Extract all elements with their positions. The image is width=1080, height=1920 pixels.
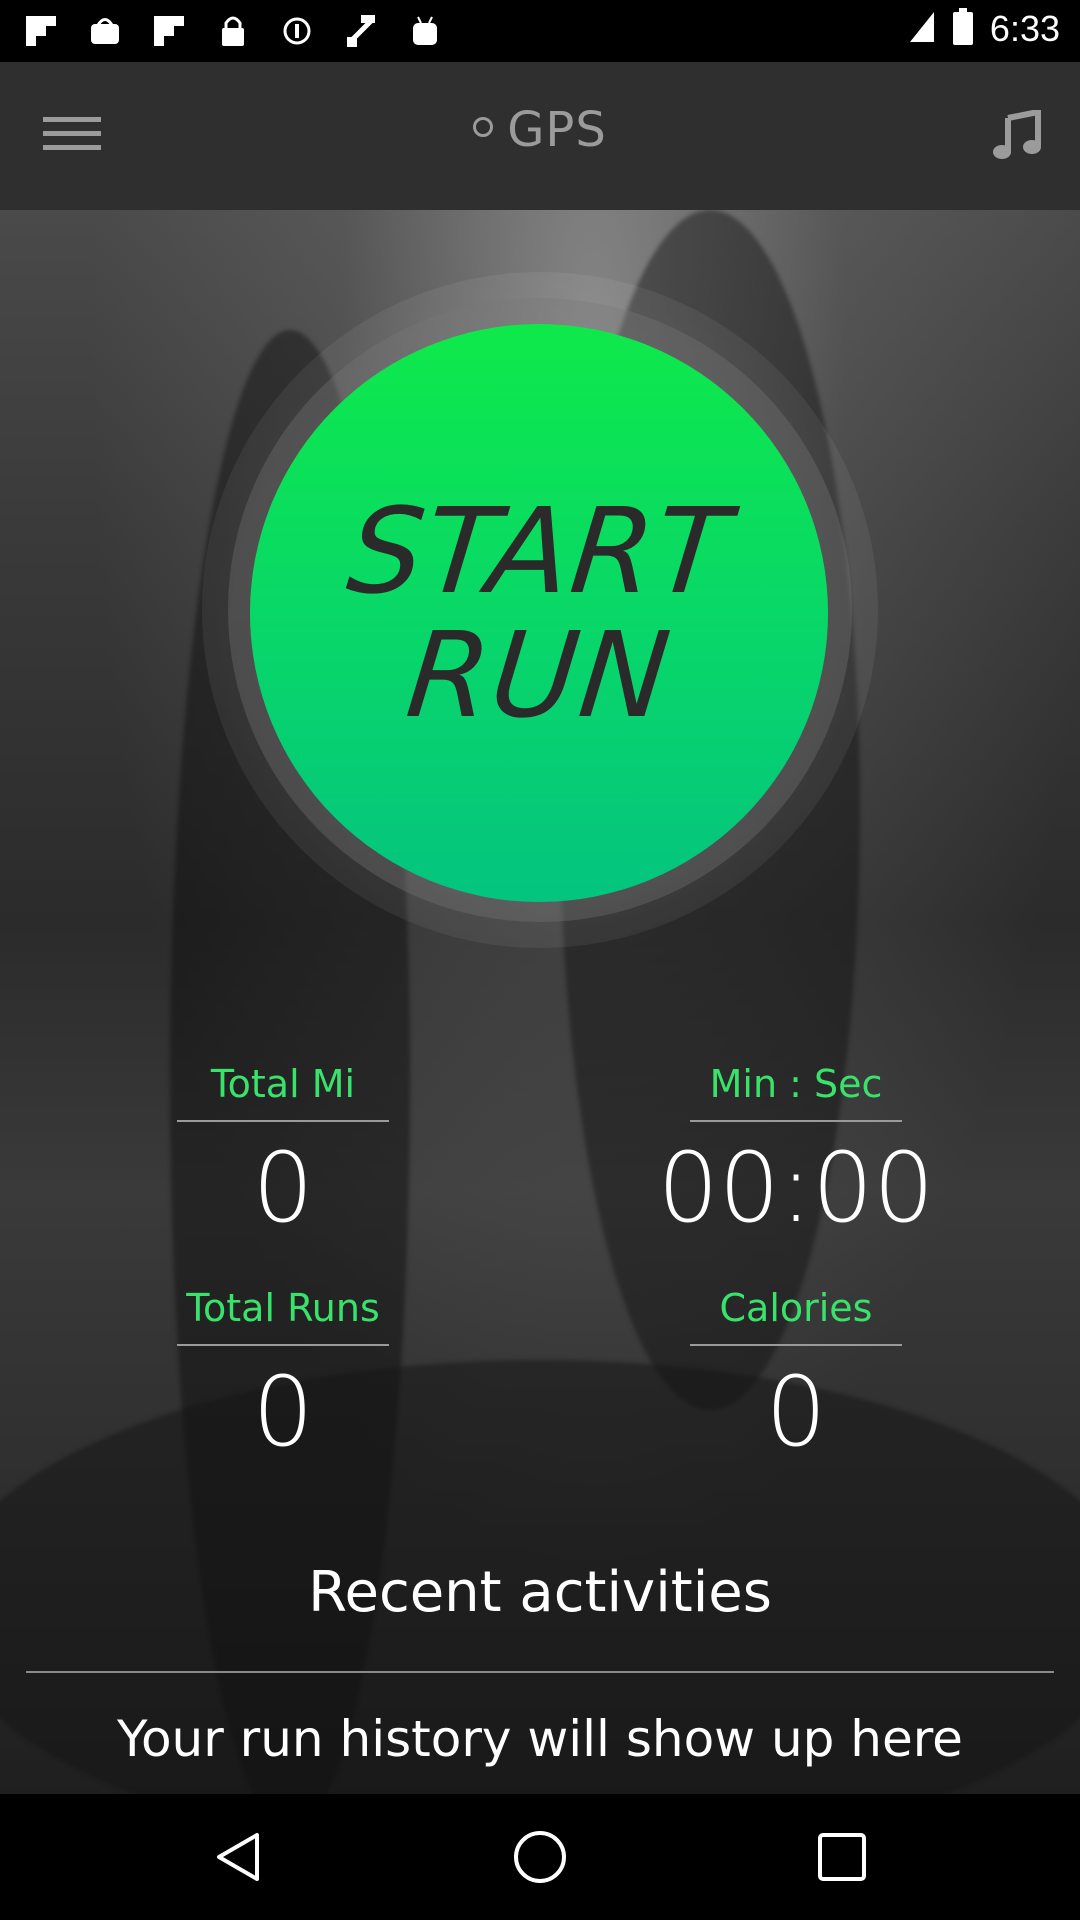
fake-gps-icon <box>340 10 382 52</box>
divider <box>690 1344 902 1346</box>
gps-label: GPS <box>507 102 607 158</box>
stat-label: Total Mi <box>210 1062 356 1106</box>
status-bar: 6:33 <box>0 0 1080 62</box>
stat-min-sec: Min : Sec 00:00 <box>646 1062 946 1244</box>
stat-value: 00:00 <box>657 1132 935 1244</box>
stat-value: 0 <box>252 1132 314 1244</box>
back-triangle-icon[interactable] <box>208 1827 268 1887</box>
recent-activities-title: Recent activities <box>308 1560 772 1625</box>
start-run-button[interactable]: START RUN <box>250 324 828 902</box>
stat-value: 0 <box>252 1356 314 1468</box>
gps-status: GPS <box>0 102 1080 158</box>
settings-icon <box>276 10 318 52</box>
divider <box>690 1120 902 1122</box>
system-status: 6:33 <box>908 8 1060 50</box>
flipboard-icon <box>20 10 62 52</box>
home-circle-icon[interactable] <box>510 1827 570 1887</box>
app-bar: GPS <box>0 62 1080 210</box>
divider <box>26 1671 1054 1673</box>
bag-icon <box>84 10 126 52</box>
battery-icon <box>952 8 974 50</box>
signal-icon <box>908 10 936 48</box>
recents-square-icon[interactable] <box>812 1827 872 1887</box>
flipboard-icon <box>148 10 190 52</box>
divider <box>177 1120 389 1122</box>
start-run-line1: START <box>341 482 737 620</box>
gps-indicator-icon <box>473 117 494 137</box>
navigation-bar <box>0 1794 1080 1920</box>
start-run-line2: RUN <box>400 606 678 744</box>
clock: 6:33 <box>989 8 1060 49</box>
stat-total-runs: Total Runs 0 <box>177 1286 389 1468</box>
stat-total-mi: Total Mi 0 <box>177 1062 389 1244</box>
stat-label: Total Runs <box>186 1286 380 1330</box>
notification-icons <box>20 10 446 52</box>
music-note-icon[interactable] <box>982 100 1052 170</box>
divider <box>177 1344 389 1346</box>
stat-label: Calories <box>719 1286 873 1330</box>
stat-calories: Calories 0 <box>690 1286 902 1468</box>
lock-icon <box>212 10 254 52</box>
stat-value: 0 <box>765 1356 827 1468</box>
empty-history-message: Your run history will show up here <box>117 1710 963 1768</box>
android-icon <box>404 10 446 52</box>
stat-label: Min : Sec <box>709 1062 883 1106</box>
